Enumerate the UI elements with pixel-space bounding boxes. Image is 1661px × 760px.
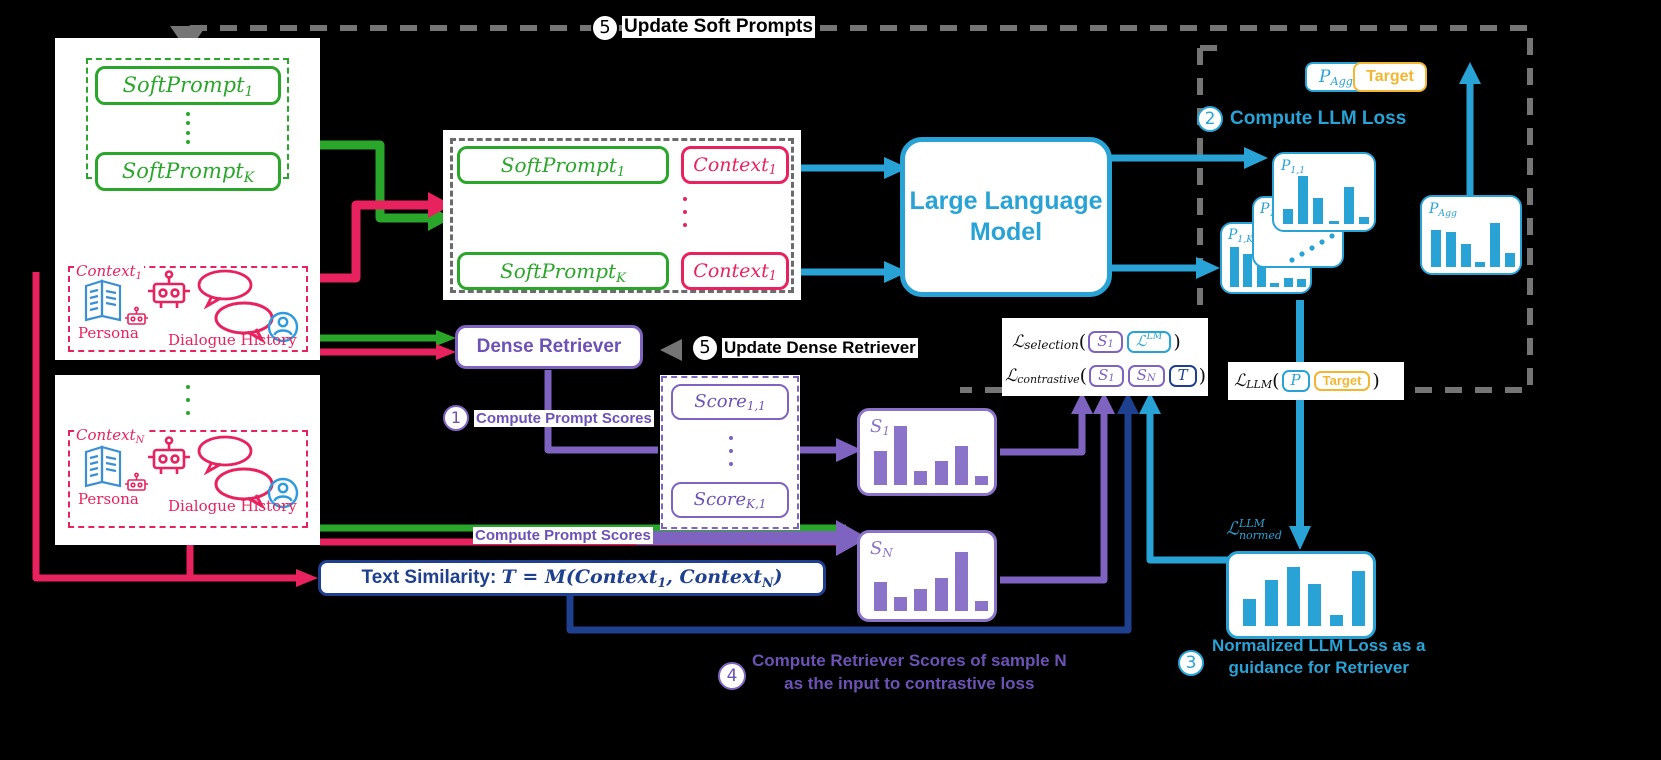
pair-soft-prompt-1[interactable]: SoftPrompt1: [457, 146, 669, 184]
score-k-1-box[interactable]: ScoreK,1: [671, 482, 789, 518]
s1-bars: [874, 423, 988, 485]
step-4-circle: 4: [718, 662, 746, 690]
llm-loss-formula-row: ℒ LLM ( P Target ): [1234, 370, 1380, 392]
step-4-caption-line1: Compute Retriever Scores of sample N: [752, 651, 1067, 670]
step-2-circle: 2: [1197, 106, 1223, 132]
pair-panel-ellipsis: [682, 197, 687, 227]
text-similarity-prefix: Text Similarity:: [361, 567, 497, 588]
step-3-caption-line1: Normalized LLM Loss as a: [1212, 636, 1426, 655]
dialogue-history-caption-1: Dialogue History: [168, 331, 297, 349]
target-chip: Target: [1353, 62, 1427, 92]
robot-icon-1: [148, 270, 190, 308]
robot-icon-n: [148, 436, 190, 474]
update-dense-retriever-label: Update Dense Retriever: [722, 338, 918, 358]
p-11-label: P1,1: [1281, 158, 1306, 176]
step-5-retriever-circle: 5: [691, 334, 719, 362]
llm-title-line2: Model: [969, 218, 1043, 246]
p-1k-label: P1,K: [1228, 227, 1254, 245]
p-agg-bars: [1431, 219, 1515, 267]
step-3-caption-line2: guidance for Retriever: [1228, 658, 1409, 678]
s1-card: S1: [857, 408, 997, 496]
normed-loss-symbol: ℒ: [1226, 518, 1239, 540]
p-agg-card-label: PAgg: [1429, 201, 1457, 219]
soft-prompt-1-box[interactable]: SoftPrompt1: [95, 66, 281, 105]
score-panel-ellipsis: [728, 436, 733, 466]
p-11-card: P1,1: [1272, 152, 1376, 232]
normed-llm-loss-bars: [1243, 562, 1365, 626]
sn-card: SN: [857, 530, 997, 622]
loss-contrastive-row: ℒcontrastive ( S1 SN T ): [1005, 365, 1207, 387]
normed-llm-loss-label: ℒ LLM normed: [1226, 518, 1282, 541]
diagram-canvas: SoftPrompt1 SoftPromptK Context1 Persona…: [0, 0, 1661, 760]
step-4-caption-line2: as the input to contrastive loss: [784, 673, 1035, 693]
dialogue-history-caption-n: Dialogue History: [168, 497, 297, 515]
token-t-contrastive: T: [1168, 365, 1197, 387]
soft-prompt-k-label: SoftPrompt: [121, 159, 244, 183]
context-n-label: ContextN: [74, 426, 147, 446]
context-blocks-ellipsis: [185, 385, 190, 415]
token-s1-selection: S1: [1088, 331, 1123, 353]
p-11-bars: [1283, 172, 1369, 224]
step-3-caption: Normalized LLM Loss as a guidance for Re…: [1212, 635, 1426, 679]
sn-bars: [874, 547, 988, 611]
step-4-caption: Compute Retriever Scores of sample N as …: [752, 650, 1067, 696]
soft-prompt-ellipsis: [185, 112, 190, 144]
normed-llm-loss-card: [1226, 551, 1376, 639]
context-1-label: Context1: [74, 262, 144, 282]
token-sn-contrastive: SN: [1127, 365, 1165, 387]
soft-prompt-1-sub: 1: [244, 83, 254, 100]
token-p-llm: P: [1281, 370, 1310, 392]
loss-selection-name: selection: [1024, 338, 1079, 353]
pair-soft-prompt-k[interactable]: SoftPromptK: [457, 252, 669, 290]
dense-retriever-box[interactable]: Dense Retriever: [455, 325, 643, 369]
loss-contrastive-name: contrastive: [1017, 372, 1080, 386]
token-llm-loss: ℒ LM: [1126, 331, 1172, 353]
llm-loss-name: LLM: [1246, 377, 1273, 391]
normed-loss-sub: normed: [1238, 528, 1282, 542]
large-language-model-box[interactable]: Large Language Model: [900, 137, 1112, 297]
p-agg-card: PAgg: [1420, 195, 1522, 275]
token-target-llm: Target: [1313, 371, 1371, 391]
llm-title-line1: Large Language: [909, 186, 1103, 215]
compute-llm-loss-label: Compute LLM Loss: [1230, 108, 1407, 129]
soft-prompt-1-label: SoftPrompt: [122, 73, 245, 97]
text-similarity-box[interactable]: Text Similarity: T = M(Context1, Context…: [318, 560, 826, 596]
compute-prompt-scores-label-2: Compute Prompt Scores: [473, 527, 653, 545]
token-s1-contrastive: S1: [1089, 365, 1124, 387]
text-similarity-formula: T = M(Context: [501, 566, 658, 588]
loss-selection-row: ℒselection ( S1 ℒ LM ): [1012, 331, 1181, 353]
persona-caption-n: Persona: [78, 490, 139, 508]
soft-prompt-k-box[interactable]: SoftPromptK: [95, 152, 281, 191]
pair-context-1[interactable]: Context1: [681, 146, 789, 184]
normed-loss-sup: LLM: [1238, 517, 1265, 530]
score-1-1-box[interactable]: Score1,1: [671, 384, 789, 420]
soft-prompt-k-sub: K: [243, 169, 255, 186]
p-1i-diagonal-dots: [1289, 233, 1335, 263]
step-5-soft-prompts-circle: 5: [591, 14, 619, 42]
step-1-circle: 1: [443, 405, 469, 431]
pair-context-k[interactable]: Context1: [681, 252, 789, 290]
step-3-circle: 3: [1178, 650, 1204, 676]
update-soft-prompts-label: Update Soft Prompts: [622, 16, 815, 38]
compute-prompt-scores-label-1: Compute Prompt Scores: [474, 410, 654, 428]
persona-caption-1: Persona: [78, 324, 139, 342]
